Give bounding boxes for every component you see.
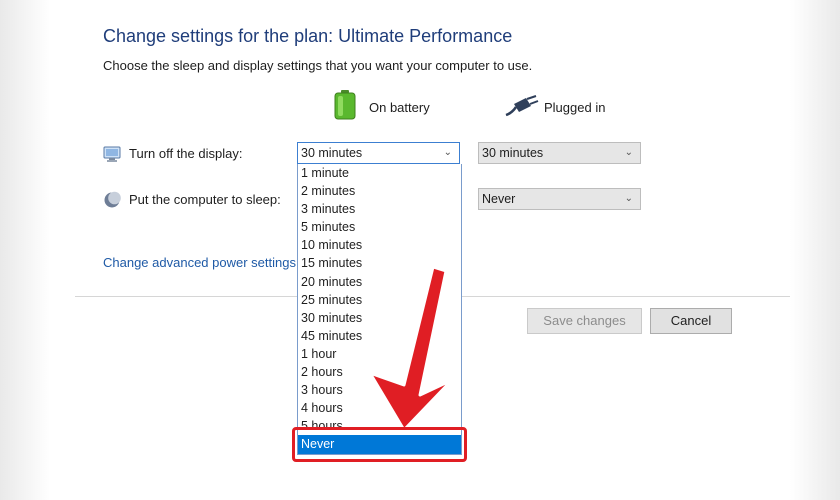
dropdown-option[interactable]: 45 minutes [298, 327, 461, 345]
dropdown-option[interactable]: 15 minutes [298, 254, 461, 272]
monitor-icon [103, 146, 121, 162]
dropdown-option[interactable]: 10 minutes [298, 236, 461, 254]
display-plugged-select[interactable]: 30 minutes ⌄ [478, 142, 641, 164]
dropdown-option[interactable]: 25 minutes [298, 291, 461, 309]
plugged-in-label: Plugged in [544, 100, 606, 115]
dropdown-option[interactable]: 20 minutes [298, 273, 461, 291]
sleep-plugged-select-value: Never [482, 192, 516, 206]
power-plan-settings-window: Change settings for the plan: Ultimate P… [0, 0, 840, 500]
change-advanced-settings-link[interactable]: Change advanced power settings [103, 255, 296, 270]
dropdown-option[interactable]: 2 hours [298, 363, 461, 381]
dropdown-option[interactable]: 3 hours [298, 381, 461, 399]
display-battery-select[interactable]: 30 minutes ⌄ [297, 142, 460, 164]
dropdown-option[interactable]: 1 minute [298, 164, 461, 182]
dropdown-option[interactable]: 30 minutes [298, 309, 461, 327]
dropdown-option[interactable]: 4 hours [298, 399, 461, 417]
sleep-plugged-select[interactable]: Never ⌄ [478, 188, 641, 210]
chevron-down-icon: ⌄ [624, 147, 633, 158]
put-to-sleep-label: Put the computer to sleep: [129, 192, 281, 207]
display-timeout-dropdown-list: 1 minute 2 minutes 3 minutes 5 minutes 1… [297, 164, 462, 455]
dropdown-option[interactable]: 1 hour [298, 345, 461, 363]
save-changes-button[interactable]: Save changes [527, 308, 642, 334]
display-battery-select-value: 30 minutes [301, 146, 363, 160]
chevron-down-icon: ⌄ [443, 147, 452, 158]
moon-icon [104, 191, 121, 208]
display-plugged-select-value: 30 minutes [482, 146, 544, 160]
turn-off-display-label: Turn off the display: [129, 146, 243, 161]
dropdown-option[interactable]: 5 minutes [298, 218, 461, 236]
chevron-down-icon: ⌄ [624, 193, 633, 204]
dropdown-option[interactable]: 2 minutes [298, 182, 461, 200]
battery-icon [334, 90, 356, 120]
on-battery-label: On battery [369, 100, 430, 115]
cancel-button[interactable]: Cancel [650, 308, 732, 334]
power-plug-icon [505, 95, 539, 117]
red-highlight-box [292, 427, 467, 462]
dropdown-option[interactable]: 3 minutes [298, 200, 461, 218]
page-title: Change settings for the plan: Ultimate P… [103, 26, 513, 46]
page-subtitle: Choose the sleep and display settings th… [103, 58, 533, 73]
